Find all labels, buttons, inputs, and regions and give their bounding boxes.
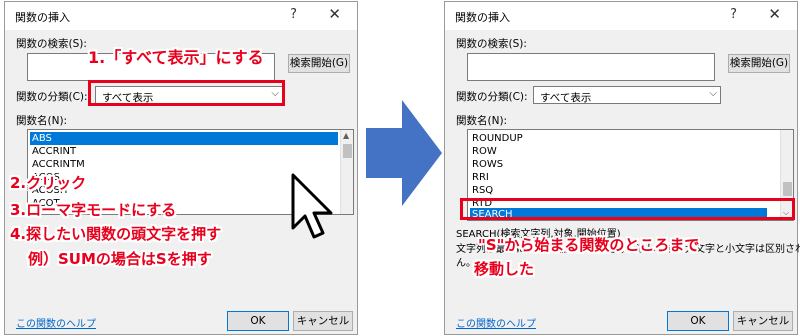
help-link[interactable]: この関数のヘルプ xyxy=(456,315,536,330)
search-input[interactable] xyxy=(467,53,715,81)
cancel-button[interactable]: キャンセル xyxy=(293,311,353,331)
list-item[interactable]: ROWS xyxy=(470,158,503,171)
annotation-result-1: "S"から始まる関数のところまで xyxy=(478,236,700,254)
function-list-label: 関数名(N): xyxy=(456,115,508,127)
ok-button[interactable]: OK xyxy=(667,311,729,331)
function-description-cont: ん。 xyxy=(456,258,476,269)
list-item[interactable]: RSQ xyxy=(470,184,493,197)
arrow-right-icon xyxy=(366,100,442,206)
cancel-button[interactable]: キャンセル xyxy=(733,311,793,331)
search-label: 関数の検索(S): xyxy=(456,38,527,50)
highlight-search-row xyxy=(460,198,795,220)
search-label: 関数の検索(S): xyxy=(16,38,87,50)
category-label: 関数の分類(C): xyxy=(16,91,88,103)
category-value: すべて表示 xyxy=(540,92,592,104)
list-item[interactable]: ROUNDUP xyxy=(470,132,523,145)
annotation-step4: 4.探したい関数の頭文字を押す xyxy=(10,225,222,243)
mouse-pointer-icon xyxy=(291,173,333,239)
search-button[interactable]: 検索開始(G) xyxy=(728,54,790,73)
insert-function-dialog-right: 関数の挿入 ? ✕ 関数の検索(S): 検索開始(G) 関数の分類(C): すべ… xyxy=(444,1,800,335)
chevron-down-icon[interactable]: ⌵ xyxy=(709,88,717,99)
scroll-up-icon[interactable]: ▲ xyxy=(343,131,349,140)
category-label: 関数の分類(C): xyxy=(456,91,528,103)
title-bar: 関数の挿入 ? ✕ xyxy=(5,2,357,30)
ok-button[interactable]: OK xyxy=(227,311,289,331)
help-icon[interactable]: ? xyxy=(730,7,737,22)
annotation-step1: 1.「すべて表示」にする xyxy=(88,48,264,67)
dialog-title: 関数の挿入 xyxy=(455,11,510,24)
highlight-category xyxy=(88,80,285,106)
annotation-result-2: 移動した xyxy=(474,260,535,278)
category-select[interactable]: すべて表示 ⌵ xyxy=(533,86,721,104)
list-item[interactable]: ACCRINTM xyxy=(30,158,85,171)
annotation-step4-example: 例）SUMの場合はSを押す xyxy=(28,250,212,268)
list-item[interactable]: RRI xyxy=(470,171,489,184)
scroll-thumb[interactable] xyxy=(343,144,352,158)
title-bar: 関数の挿入 ? ✕ xyxy=(445,2,797,30)
annotation-step3: 3.ローマ字モードにする xyxy=(10,201,177,219)
search-button[interactable]: 検索開始(G) xyxy=(288,54,350,73)
annotation-step2: 2.クリック xyxy=(10,174,87,192)
scroll-thumb[interactable] xyxy=(783,182,792,196)
close-icon[interactable]: ✕ xyxy=(768,5,781,23)
help-icon[interactable]: ? xyxy=(290,7,297,22)
list-scrollbar[interactable]: ▲ xyxy=(340,130,353,214)
close-icon[interactable]: ✕ xyxy=(328,5,341,23)
function-list-label: 関数名(N): xyxy=(16,115,68,127)
dialog-title: 関数の挿入 xyxy=(15,11,70,24)
list-item[interactable]: ACCRINT xyxy=(30,145,76,158)
list-item[interactable]: ABS xyxy=(30,132,338,145)
help-link[interactable]: この関数のヘルプ xyxy=(16,315,96,330)
list-item[interactable]: ROW xyxy=(470,145,497,158)
